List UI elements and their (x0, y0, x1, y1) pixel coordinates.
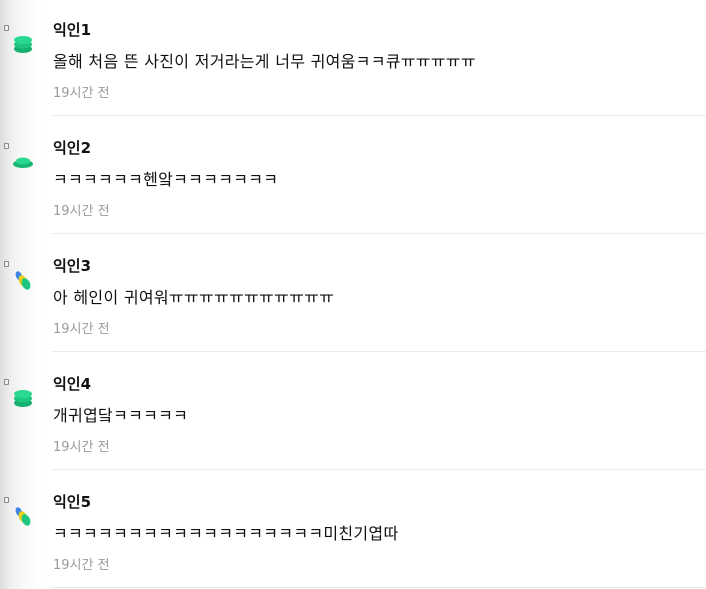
comment-item: 익인4 개귀엽닼ㅋㅋㅋㅋㅋ 19시간 전 (0, 354, 706, 472)
comment-text: 개귀엽닼ㅋㅋㅋㅋㅋ (53, 406, 189, 425)
comment-text: ㅋㅋㅋㅋㅋㅋㅋㅋㅋㅋㅋㅋㅋㅋㅋㅋㅋㅋ미친기엽따 (53, 524, 399, 543)
marker-icon (4, 379, 9, 385)
marker-icon (4, 25, 9, 31)
stacked-green-discs-icon[interactable] (11, 32, 35, 56)
marker-icon (4, 143, 9, 149)
green-yellow-pills-icon[interactable] (11, 268, 35, 292)
divider (52, 587, 706, 588)
divider (52, 351, 706, 352)
comment-time: 19시간 전 (53, 322, 110, 337)
comment-text: ㅋㅋㅋㅋㅋㅋ헨앜ㅋㅋㅋㅋㅋㅋㅋ (53, 170, 279, 189)
comment-author: 익인4 (53, 375, 92, 393)
comment-time: 19시간 전 (53, 440, 110, 455)
marker-icon (4, 261, 9, 267)
comment-text: 올해 처음 뜬 사진이 저거라는게 너무 귀여움ㅋㅋ큐ㅠㅠㅠㅠㅠ (53, 52, 476, 71)
comment-item: 익인5 ㅋㅋㅋㅋㅋㅋㅋㅋㅋㅋㅋㅋㅋㅋㅋㅋㅋㅋ미친기엽따 19시간 전 (0, 472, 706, 589)
comment-list: 익인1 올해 처음 뜬 사진이 저거라는게 너무 귀여움ㅋㅋ큐ㅠㅠㅠㅠㅠ 19시… (0, 0, 706, 589)
green-saucer-icon[interactable] (11, 150, 35, 174)
marker-icon (4, 497, 9, 503)
comment-time: 19시간 전 (53, 86, 110, 101)
comment-author: 익인3 (53, 257, 92, 275)
green-yellow-pills-icon[interactable] (11, 504, 35, 528)
comment-time: 19시간 전 (53, 204, 110, 219)
divider (52, 233, 706, 234)
comment-author: 익인2 (53, 139, 92, 157)
comment-item: 익인2 ㅋㅋㅋㅋㅋㅋ헨앜ㅋㅋㅋㅋㅋㅋㅋ 19시간 전 (0, 118, 706, 236)
divider (52, 469, 706, 470)
comment-item: 익인1 올해 처음 뜬 사진이 저거라는게 너무 귀여움ㅋㅋ큐ㅠㅠㅠㅠㅠ 19시… (0, 0, 706, 118)
comment-author: 익인1 (53, 21, 92, 39)
comment-text: 아 헤인이 귀여워ㅠㅠㅠㅠㅠㅠㅠㅠㅠㅠㅠ (53, 288, 335, 307)
comment-item: 익인3 아 헤인이 귀여워ㅠㅠㅠㅠㅠㅠㅠㅠㅠㅠㅠ 19시간 전 (0, 236, 706, 354)
comment-time: 19시간 전 (53, 558, 110, 573)
comment-author: 익인5 (53, 493, 92, 511)
stacked-green-discs-icon[interactable] (11, 386, 35, 410)
divider (52, 115, 706, 116)
